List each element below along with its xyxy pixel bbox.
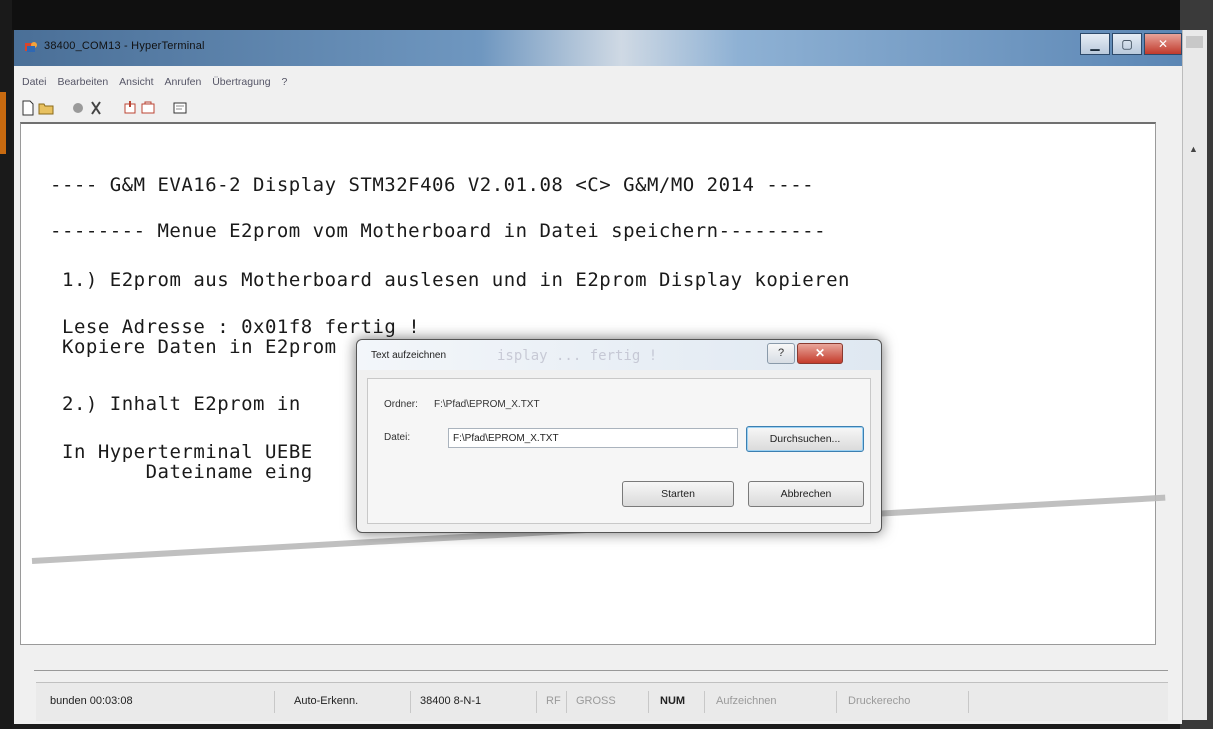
file-label: Datei: xyxy=(384,432,411,443)
background-window-scrollbar[interactable]: ▲ xyxy=(1182,30,1207,720)
status-scroll-lock: RF xyxy=(546,695,561,707)
terminal-line-hyperterminal: In Hyperterminal UEBE xyxy=(62,441,313,463)
send-icon[interactable] xyxy=(122,100,138,116)
terminal-line-filename: Dateiname eing xyxy=(62,461,313,483)
file-path-input[interactable]: F:\Pfad\EPROM_X.TXT xyxy=(448,428,738,448)
title-bar[interactable]: 38400_COM13 - HyperTerminal ▁ ▢ ✕ xyxy=(14,30,1182,66)
photo-top-edge xyxy=(0,0,1213,30)
dialog-title-bar[interactable]: Text aufzeichnen isplay ... fertig ! ? ✕ xyxy=(357,340,881,370)
browse-button[interactable]: Durchsuchen... xyxy=(746,426,864,452)
status-bar: bunden 00:03:08 Auto-Erkenn. 38400 8-N-1… xyxy=(36,682,1168,721)
new-file-icon[interactable] xyxy=(20,100,36,116)
terminal-bottom-border xyxy=(34,670,1168,671)
desktop-accent xyxy=(0,92,6,154)
terminal-line-copy-data: Kopiere Daten in E2prom xyxy=(62,336,337,358)
dialog-body: Ordner: F:\Pfad\EPROM_X.TXT Datei: F:\Pf… xyxy=(367,378,871,524)
menu-ansicht[interactable]: Ansicht xyxy=(119,72,153,88)
menu-anrufen[interactable]: Anrufen xyxy=(165,72,202,88)
terminal-line-option-1: 1.) E2prom aus Motherboard auslesen und … xyxy=(62,269,850,291)
menu-uebertragung[interactable]: Übertragung xyxy=(212,72,270,88)
hyperterminal-icon xyxy=(25,42,37,52)
maximize-button[interactable]: ▢ xyxy=(1112,33,1142,55)
dialog-ghost-text: isplay ... fertig ! xyxy=(497,348,658,364)
window-title: 38400_COM13 - HyperTerminal xyxy=(44,40,205,52)
phone-icon[interactable] xyxy=(70,100,86,116)
dialog-close-button[interactable]: ✕ xyxy=(797,343,843,364)
status-connected-time: bunden 00:03:08 xyxy=(50,695,133,707)
menu-datei[interactable]: Datei xyxy=(22,72,47,88)
minimize-button[interactable]: ▁ xyxy=(1080,33,1110,55)
dialog-help-button[interactable]: ? xyxy=(767,343,795,364)
scroll-up-arrow-icon[interactable]: ▲ xyxy=(1189,144,1198,154)
folder-label: Ordner: xyxy=(384,399,418,410)
cancel-button[interactable]: Abbrechen xyxy=(748,481,864,507)
status-capture: Aufzeichnen xyxy=(716,695,777,707)
status-num-lock: NUM xyxy=(660,695,686,707)
receive-icon[interactable] xyxy=(140,100,156,116)
menu-bar: Datei Bearbeiten Ansicht Anrufen Übertra… xyxy=(14,72,1182,92)
close-button[interactable]: ✕ xyxy=(1144,33,1182,55)
status-caps-lock: GROSS xyxy=(576,695,616,707)
terminal-line-read-address: Lese Adresse : 0x01f8 fertig ! xyxy=(62,316,421,338)
toolbar xyxy=(14,96,1182,120)
open-folder-icon[interactable] xyxy=(38,100,54,116)
terminal-line-option-2: 2.) Inhalt E2prom in xyxy=(62,393,301,415)
terminal-line-menu-title: -------- Menue E2prom vom Motherboard in… xyxy=(50,220,827,242)
disconnect-icon[interactable] xyxy=(88,100,104,116)
dialog-title: Text aufzeichnen xyxy=(371,350,447,361)
scrollbar-thumb[interactable] xyxy=(1186,36,1203,48)
terminal-line-header: ---- G&M EVA16-2 Display STM32F406 V2.01… xyxy=(50,174,815,196)
start-button[interactable]: Starten xyxy=(622,481,734,507)
capture-text-dialog: Text aufzeichnen isplay ... fertig ! ? ✕… xyxy=(356,339,882,533)
folder-value: F:\Pfad\EPROM_X.TXT xyxy=(434,399,540,410)
status-print-echo: Druckerecho xyxy=(848,695,911,707)
menu-bearbeiten[interactable]: Bearbeiten xyxy=(57,72,108,88)
status-port-params: 38400 8-N-1 xyxy=(420,695,482,707)
menu-help[interactable]: ? xyxy=(282,72,288,88)
status-autodetect: Auto-Erkenn. xyxy=(294,695,359,707)
properties-icon[interactable] xyxy=(172,100,188,116)
